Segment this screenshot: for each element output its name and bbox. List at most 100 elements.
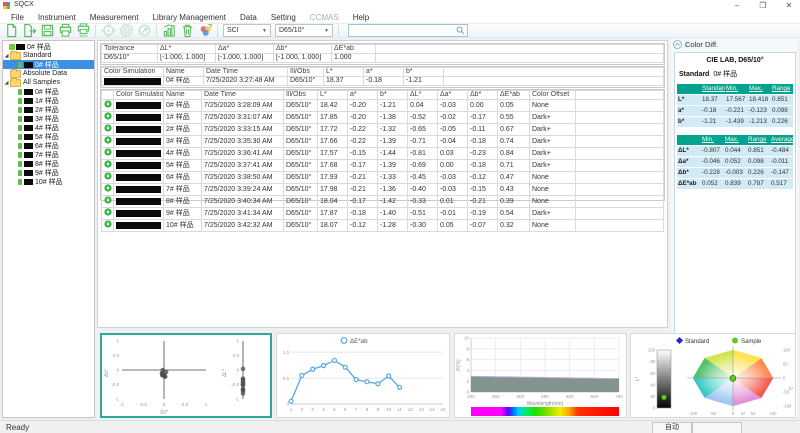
tree-group-label: Absolute Data [23,70,67,77]
menu-item-file[interactable]: File [4,13,31,22]
delete-trash-icon[interactable] [178,24,196,38]
color-swatch [116,210,161,217]
menu-item-setting[interactable]: Setting [264,13,303,22]
delta-scatter-panel[interactable]: 10.50-0.5-1-1-0.500.51Δa*Δb*10.50-0.5-1Δ… [100,333,272,418]
toolbar-separator [95,25,96,37]
stat-row: Δb*-0.228-0.0030.226-0.147 [677,168,793,179]
sample-row[interactable]: 3# 样品7/25/2020 3:35:30 AMD65/10°17.66-0.… [102,136,664,148]
search-input[interactable] [349,26,456,35]
sample-row[interactable]: 4# 样品7/25/2020 3:36:41 AMD65/10°17.57-0.… [102,148,664,160]
cell: -0.12 [348,220,378,232]
column-header: Date Time [202,91,284,100]
svg-text:0.5: 0.5 [113,353,120,358]
color-wheel-icon[interactable] [196,24,214,38]
cell: 18.42 [318,100,348,112]
menu-item-instrument[interactable]: Instrument [31,13,83,22]
new-file-icon[interactable] [2,24,20,38]
spectrum-bar [471,407,619,416]
statistics-chart-icon[interactable] [160,24,178,38]
circle-arrow-icon[interactable] [135,24,153,38]
cell: [-1.000, 1.000] [274,54,332,63]
menu-item-data[interactable]: Data [233,13,264,22]
svg-text:9: 9 [377,407,380,412]
target-icon[interactable] [99,24,117,38]
cell [576,220,664,232]
auto-mode-button[interactable]: 自动 [652,422,692,433]
cell: -0.51 [408,208,438,220]
standard-legend-marker [676,337,683,344]
color-swatch [24,134,33,140]
expander-icon[interactable]: ◢ [3,53,10,59]
maximize-button[interactable]: ❐ [752,0,774,11]
collapse-chevron-icon[interactable] [673,40,682,49]
illuminant-observer-select[interactable]: D65/10°▼ [275,24,333,37]
sample-row[interactable]: 8# 样品7/25/2020 3:40:34 AMD65/10°18.04-0.… [102,196,664,208]
spectral-panel[interactable]: 0246810400450500550600650700Wavelength(n… [454,333,627,418]
standard-line: Standard0# 样品 [679,69,795,79]
menu-item-help[interactable]: Help [346,13,376,22]
expander-icon[interactable]: ◢ [3,80,10,86]
document-icon [9,44,15,50]
cielab-plot-panel[interactable]: StandardSample100806040200L*100500-50-10… [630,333,796,418]
svg-text:500: 500 [516,394,524,399]
cell: -0.21 [348,172,378,184]
sample-row[interactable]: 1# 样品7/25/2020 3:31:07 AMD65/10°17.85-0.… [102,112,664,124]
cell: -1.21 [378,100,408,112]
aperture-mode-select[interactable]: SCI▼ [223,24,271,37]
name: 2# 样品 [164,124,202,136]
calibrate-icon[interactable] [117,24,135,38]
status-icon [102,220,114,232]
color-swatch [24,152,33,158]
cell: -0.33 [408,196,438,208]
svg-text:20: 20 [650,394,655,399]
row-label: ΔL* [677,146,701,157]
color-offset: None [530,184,576,196]
tree-item-sample[interactable]: 10# 样品 [3,177,94,186]
cell: -0.15 [348,148,378,160]
sample-row[interactable]: 9# 样品7/25/2020 3:41:34 AMD65/10°17.87-0.… [102,208,664,220]
cell: 17.87 [318,208,348,220]
menu-item-library-management[interactable]: Library Management [146,13,233,22]
search-icon[interactable] [456,26,465,35]
svg-text:12: 12 [408,407,414,412]
measured-icon [104,100,112,108]
color-simulation [114,136,164,148]
tolerance-grid: ToleranceΔL*Δa*Δb*ΔE*abD65/10°[-1.000, 1… [101,44,664,63]
menu-item-ccmas[interactable]: CCMAS [303,13,346,22]
svg-text:1.0: 1.0 [283,350,290,355]
print-icon[interactable] [56,24,74,38]
sample-marker-icon [18,116,22,122]
delta-e-trend-panel[interactable]: 1.00.50123456789101112131415ΔE*ab [276,333,450,418]
save-icon[interactable] [38,24,56,38]
sample-row[interactable]: 7# 样品7/25/2020 3:39:24 AMD65/10°17.98-0.… [102,184,664,196]
sample-row[interactable]: 0# 样品7/25/2020 3:28:09 AMD65/10°18.42-0.… [102,100,664,112]
cell: 17.72 [318,124,348,136]
cell: -1.40 [378,208,408,220]
tolerance-row[interactable]: D65/10°[-1.000, 1.000][-1.000, 1.000][-1… [102,54,664,63]
ill-obs: D65/10° [284,196,318,208]
sample-row[interactable]: 6# 样品7/25/2020 3:38:50 AMD65/10°17.93-0.… [102,172,664,184]
sample-row[interactable]: 5# 样品7/25/2020 3:37:41 AMD65/10°17.68-0.… [102,160,664,172]
export-file-icon[interactable] [20,24,38,38]
sample-row[interactable]: 2# 样品7/25/2020 3:33:15 AMD65/10°17.72-0.… [102,124,664,136]
standard-row[interactable]: 0# 样品7/25/2020 3:27:48 AMD65/10°18.37-0.… [102,77,664,86]
date-time: 7/25/2020 3:31:07 AM [202,112,284,124]
column-header [444,68,664,77]
header-row: StandardMin.Max.Range [677,84,793,95]
color-diff-header[interactable]: Color Diff. [671,38,798,51]
svg-text:100: 100 [770,411,778,416]
date-time: 7/25/2020 3:35:30 AM [202,136,284,148]
ill-obs: D65/10° [284,208,318,220]
standard-grid: Color SimulationNameDate TimeIll/ObsL*a*… [101,67,664,86]
cell: [-1.000, 1.000] [158,54,216,63]
column-header: ΔL* [408,91,438,100]
minimize-button[interactable]: – [726,0,748,11]
cell: -1.33 [378,172,408,184]
column-header: ΔE*ab [332,45,376,54]
print-word-icon[interactable]: Word [74,24,92,38]
sample-row[interactable]: 10# 样品7/25/2020 3:42:32 AMD65/10°18.07-0… [102,220,664,232]
column-header: Δa* [438,91,468,100]
close-button[interactable]: ✕ [778,0,800,11]
menu-item-measurement[interactable]: Measurement [83,13,146,22]
color-swatch [24,125,33,131]
